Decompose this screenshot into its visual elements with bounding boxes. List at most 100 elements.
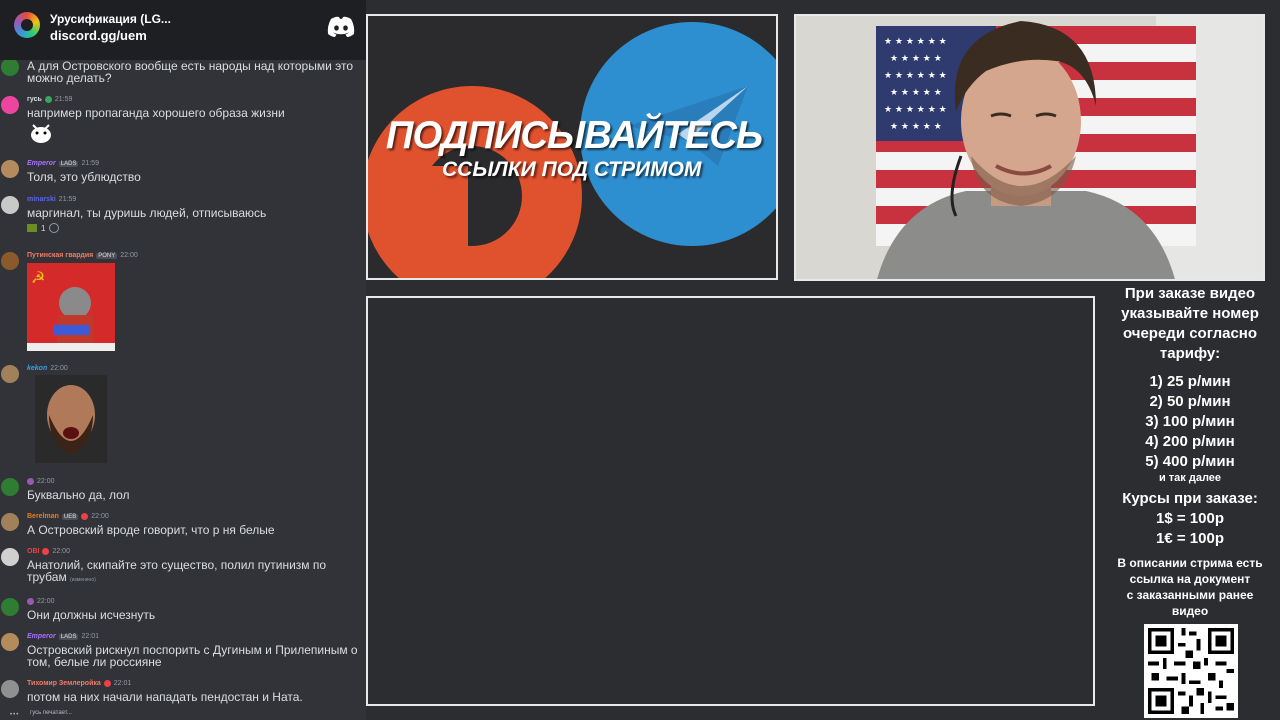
server-header[interactable]: Урусификация (LG... discord.gg/uem	[0, 0, 366, 60]
attached-image[interactable]	[35, 375, 107, 463]
author-name[interactable]: OBI	[27, 548, 39, 555]
message-header: minarski 21:59	[27, 196, 76, 203]
message-text: Островский рискнул поспорить с Дугиным и…	[27, 643, 358, 669]
message-time: 22:00	[91, 513, 109, 520]
edited-label: (изменено)	[70, 577, 96, 583]
description-note: видео	[1171, 604, 1209, 618]
avatar[interactable]	[1, 96, 19, 114]
author-name[interactable]: Emperor	[27, 633, 56, 640]
author-name[interactable]: Emperor	[27, 160, 56, 167]
order-heading-line: указывайте номер	[1121, 305, 1259, 322]
message-time: 22:00	[37, 598, 55, 605]
message-header: Тихомир Землеройка 22:01	[27, 680, 131, 687]
message-header: Berelman UEB 22:00	[27, 513, 109, 520]
author-name[interactable]: Berelman	[27, 513, 59, 520]
typing-indicator: гусь печатает...	[30, 710, 72, 716]
promo-subtitle: ССЫЛКИ ПОД СТРИМОМ	[442, 158, 702, 181]
role-tag: UEB	[61, 513, 79, 520]
author-name[interactable]: Путинская гвардия	[27, 252, 93, 259]
promo-title: ПОДПИСЫВАЙТЕСЬ	[385, 114, 763, 157]
order-heading-line: очереди согласно	[1122, 325, 1258, 342]
webcam-image: ★ ★ ★ ★ ★ ★ ★ ★ ★ ★ ★ ★ ★ ★ ★ ★ ★ ★ ★ ★ …	[796, 16, 1263, 279]
server-icon[interactable]	[14, 12, 40, 38]
message-header: 22:00	[27, 598, 55, 605]
message-time: 22:00	[52, 548, 70, 555]
tariff-item: 2) 50 р/мин	[1149, 393, 1231, 410]
svg-text:★ ★ ★ ★ ★ ★: ★ ★ ★ ★ ★ ★	[884, 71, 947, 81]
message-time: 21:59	[81, 160, 100, 167]
description-note: ссылка на документ	[1129, 572, 1251, 586]
message-time: 22:01	[113, 680, 132, 687]
role-badge-icon	[27, 598, 34, 605]
message-text: потом на них начали нападать пендостан и…	[27, 690, 303, 704]
rates-title: Курсы при заказе:	[1122, 490, 1258, 507]
svg-text:★ ★ ★ ★ ★ ★: ★ ★ ★ ★ ★ ★	[884, 37, 947, 47]
role-tag: LADS	[58, 160, 79, 167]
reaction[interactable]: 1	[27, 223, 60, 233]
reaction-emoji-icon	[27, 224, 37, 232]
message-text: маргинал, ты дуришь людей, отписываюсь	[27, 206, 267, 220]
role-badge-icon	[81, 513, 89, 520]
avatar[interactable]	[1, 160, 19, 178]
message-header: Emperor LADS 22:01	[27, 633, 99, 640]
role-badge-icon	[103, 680, 111, 687]
tariff-item: 5) 400 р/мин	[1145, 453, 1235, 470]
message-text: Анатолий, скипайте это существо, полил п…	[27, 559, 363, 586]
role-badge-icon	[44, 96, 52, 103]
message-header: OBI 22:00	[27, 548, 70, 555]
typing-indicator-icon: •••	[10, 712, 20, 718]
subscribe-banner: ПОДПИСЫВАЙТЕСЬ ССЫЛКИ ПОД СТРИМОМ	[366, 14, 778, 280]
description-note: с заказанными ранее	[1126, 588, 1254, 602]
avatar[interactable]	[1, 633, 19, 651]
sticker-icon	[31, 124, 51, 143]
message-text: А для Островского вообще есть народы над…	[27, 59, 354, 85]
webcam-feed: ★ ★ ★ ★ ★ ★ ★ ★ ★ ★ ★ ★ ★ ★ ★ ★ ★ ★ ★ ★ …	[794, 14, 1265, 281]
role-tag: PONY	[96, 252, 118, 259]
svg-text:★ ★ ★ ★ ★ ★: ★ ★ ★ ★ ★ ★	[884, 105, 947, 115]
invite-link[interactable]: discord.gg/uem	[50, 28, 147, 43]
avatar[interactable]	[1, 548, 19, 566]
message-time: 22:00	[37, 478, 55, 485]
avatar[interactable]	[1, 680, 19, 698]
avatar[interactable]	[1, 196, 19, 214]
rate-item: 1€ = 100р	[1156, 530, 1224, 547]
rate-item: 1$ = 100р	[1156, 510, 1224, 527]
avatar[interactable]	[1, 365, 19, 383]
author-name[interactable]: minarski	[27, 196, 56, 203]
order-info-panel: При заказе видео указывайте номер очеред…	[1100, 284, 1280, 619]
svg-text:★ ★ ★ ★ ★: ★ ★ ★ ★ ★	[890, 54, 942, 64]
attached-image[interactable]: ☭	[27, 263, 115, 351]
tariff-item: 1) 25 р/мин	[1149, 373, 1231, 390]
add-reaction-icon[interactable]	[49, 223, 60, 233]
avatar[interactable]	[1, 513, 19, 531]
author-name[interactable]: Тихомир Землеройка	[27, 680, 101, 687]
message-header: гусь 21:59	[27, 96, 72, 103]
message-header: 22:00	[27, 478, 55, 485]
avatar[interactable]	[1, 478, 19, 496]
avatar[interactable]	[1, 598, 19, 616]
video-player-area[interactable]	[366, 296, 1095, 706]
svg-text:★ ★ ★ ★ ★: ★ ★ ★ ★ ★	[890, 88, 942, 98]
chat-panel: А для Островского вообще есть народы над…	[0, 0, 366, 720]
message-time: 22:00	[120, 252, 138, 259]
description-note: В описании стрима есть	[1117, 556, 1263, 570]
avatar[interactable]	[1, 58, 19, 76]
discord-logo-icon	[327, 16, 355, 37]
message-text: А Островский вроде говорит, что р ня бел…	[27, 523, 275, 537]
message-time: 22:01	[81, 633, 100, 640]
server-title: Урусификация (LG...	[50, 12, 171, 26]
author-name[interactable]: гусь	[27, 96, 42, 103]
author-name[interactable]: kekon	[27, 365, 47, 372]
order-heading-line: При заказе видео	[1124, 285, 1256, 302]
svg-text:★ ★ ★ ★ ★: ★ ★ ★ ★ ★	[890, 122, 942, 132]
tariff-item: 4) 200 р/мин	[1145, 433, 1235, 450]
svg-text:☭: ☭	[31, 268, 45, 287]
message-text: например пропаганда хорошего образа жизн…	[27, 106, 285, 120]
message-text: Они должны исчезнуть	[27, 608, 156, 622]
message-header: Путинская гвардия PONY 22:00	[27, 252, 138, 259]
message-time: 21:59	[54, 96, 73, 103]
role-badge-icon	[42, 548, 50, 555]
message-header: Emperor LADS 21:59	[27, 160, 99, 167]
avatar[interactable]	[1, 252, 19, 270]
message-text: Толя, это ублюдство	[27, 170, 141, 184]
